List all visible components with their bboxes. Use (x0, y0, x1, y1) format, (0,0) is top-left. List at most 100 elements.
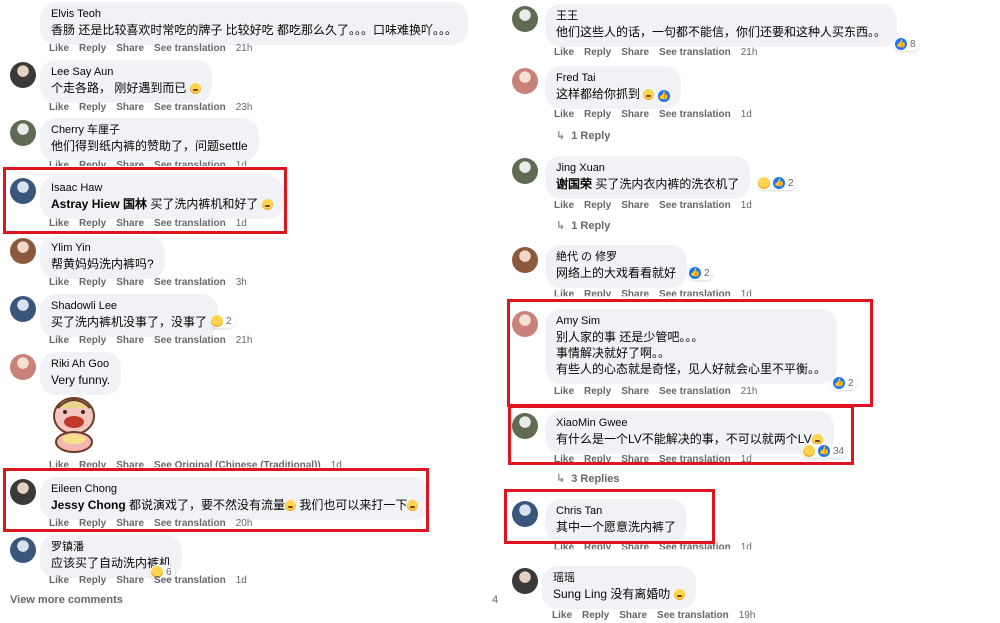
share-link[interactable]: Share (116, 43, 144, 54)
avatar[interactable] (10, 354, 36, 380)
avatar[interactable] (10, 120, 36, 146)
like-link[interactable]: Like (554, 109, 574, 120)
see-translation-link[interactable]: See translation (154, 277, 226, 288)
comment-author[interactable]: 罗镇潘 (51, 540, 171, 555)
share-link[interactable]: Share (619, 610, 647, 621)
comment-author[interactable]: Jing Xuan (556, 161, 739, 176)
reply-link[interactable]: Reply (79, 575, 106, 586)
comment-author[interactable]: Ylim Yin (51, 241, 154, 256)
comment-actions: Like Reply Share See translation 21h (49, 335, 252, 347)
view-replies-link[interactable]: ↳ 1 Reply (556, 219, 610, 232)
avatar[interactable] (10, 296, 36, 322)
avatar[interactable] (10, 62, 36, 88)
see-translation-link[interactable]: See translation (659, 200, 731, 211)
share-link[interactable]: Share (621, 47, 649, 58)
comment-author[interactable]: Elvis Teoh (51, 7, 457, 22)
view-replies-link[interactable]: ↳ 3 Replies (556, 472, 620, 485)
see-translation-link[interactable]: See translation (154, 102, 226, 113)
share-link[interactable]: Share (116, 335, 144, 346)
avatar[interactable] (512, 68, 538, 94)
timestamp[interactable]: 21h (236, 43, 253, 54)
timestamp[interactable]: 23h (236, 102, 253, 113)
comment-text: 买了洗内裤机没事了，没事了 (51, 315, 208, 329)
comment-actions: Like Reply Share See translation 1d (554, 109, 752, 121)
comment-text: 谢国荣 买了洗内衣内裤的洗衣机了 (556, 177, 740, 191)
comment-text: 帮黄妈妈洗内裤吗? (51, 257, 154, 271)
see-translation-link[interactable]: See translation (659, 47, 731, 58)
see-translation-link[interactable]: See translation (154, 575, 226, 586)
comment-actions: Like Reply Share See translation 23h (49, 102, 252, 114)
comment-author[interactable]: 絶代 の 修罗 (556, 250, 676, 265)
highlight-box (508, 405, 854, 465)
reply-link[interactable]: Reply (584, 109, 611, 120)
comment-text: 他们得到纸内裤的赞助了，问题settle (51, 139, 248, 153)
highlight-box (507, 299, 873, 407)
comment-text: Sung Ling 没有离婚叻 (553, 586, 685, 602)
avatar[interactable] (10, 238, 36, 264)
comment-bubble: 絶代 の 修罗 网络上的大戏看看就好 (545, 245, 688, 288)
reply-link[interactable]: Reply (79, 102, 106, 113)
like-reaction-icon: 👍 (657, 90, 670, 102)
see-translation-link[interactable]: See translation (154, 43, 226, 54)
haha-reaction-icon (758, 177, 770, 189)
comment-author[interactable]: 瑶瑶 (553, 571, 685, 586)
reaction-count[interactable]: 👍 8 (894, 37, 919, 51)
comment-author[interactable]: Lee Say Aun (51, 65, 201, 80)
like-link[interactable]: Like (552, 610, 572, 621)
share-link[interactable]: Share (116, 277, 144, 288)
like-link[interactable]: Like (554, 200, 574, 211)
comment-author[interactable]: Fred Tai (556, 71, 670, 86)
mention-link[interactable]: Sung Ling (553, 587, 607, 601)
comment-author[interactable]: Riki Ah Goo (51, 357, 110, 372)
like-reaction-icon: 👍 (773, 177, 785, 189)
like-link[interactable]: Like (554, 47, 574, 58)
comment-bubble: Ylim Yin 帮黄妈妈洗内裤吗? (40, 236, 165, 279)
share-link[interactable]: Share (116, 575, 144, 586)
reaction-count[interactable]: 👍 2 (688, 266, 713, 280)
avatar[interactable] (512, 247, 538, 273)
like-link[interactable]: Like (49, 102, 69, 113)
reply-link[interactable]: Reply (584, 47, 611, 58)
comment-text: 香肠 还是比较喜欢时常吃的牌子 比较好吃 都吃那么久了。。。口味难换吖。。。 (51, 23, 458, 37)
avatar[interactable] (512, 568, 538, 594)
timestamp[interactable]: 1d (741, 109, 752, 120)
see-translation-link[interactable]: See translation (657, 610, 729, 621)
mention-link[interactable]: 谢国荣 (556, 177, 592, 191)
comment-text: 他们这些人的话，一句都不能信，你们还要和这种人买东西。。 (556, 25, 887, 39)
reply-arrow-icon: ↳ (556, 130, 566, 142)
share-link[interactable]: Share (116, 102, 144, 113)
share-link[interactable]: Share (621, 109, 649, 120)
timestamp[interactable]: 3h (236, 277, 247, 288)
see-translation-link[interactable]: See translation (659, 109, 731, 120)
avatar[interactable] (10, 537, 36, 563)
avatar[interactable] (512, 158, 538, 184)
timestamp[interactable]: 19h (739, 610, 756, 621)
like-link[interactable]: Like (49, 43, 69, 54)
see-translation-link[interactable]: See translation (154, 335, 226, 346)
reply-link[interactable]: Reply (582, 610, 609, 621)
comment-author[interactable]: Cherry 车厘子 (51, 123, 248, 138)
reply-link[interactable]: Reply (584, 200, 611, 211)
timestamp[interactable]: 21h (741, 47, 758, 58)
reaction-count[interactable]: 👍 2 (757, 176, 797, 190)
timestamp[interactable]: 1d (741, 542, 752, 549)
comment-bubble: Cherry 车厘子 他们得到纸内裤的赞助了，问题settle (40, 118, 259, 161)
reply-link[interactable]: Reply (79, 335, 106, 346)
like-link[interactable]: Like (49, 277, 69, 288)
like-link[interactable]: Like (49, 575, 69, 586)
reply-link[interactable]: Reply (79, 43, 106, 54)
timestamp[interactable]: 1d (741, 200, 752, 211)
comment-text: 这样都给你抓到 👍 (556, 87, 670, 102)
comment-author[interactable]: Shadowli Lee (51, 299, 207, 314)
comment-text: 网络上的大戏看看就好 (556, 266, 677, 280)
timestamp[interactable]: 21h (236, 335, 253, 346)
comment-author[interactable]: 王王 (556, 9, 886, 24)
reaction-count[interactable]: 2 (210, 314, 235, 328)
share-link[interactable]: Share (621, 200, 649, 211)
avatar[interactable] (512, 6, 538, 32)
reply-link[interactable]: Reply (79, 277, 106, 288)
view-more-comments-link[interactable]: View more comments (10, 594, 123, 606)
timestamp[interactable]: 1d (236, 575, 247, 586)
like-link[interactable]: Like (49, 335, 69, 346)
view-replies-link[interactable]: ↳ 1 Reply (556, 129, 610, 142)
